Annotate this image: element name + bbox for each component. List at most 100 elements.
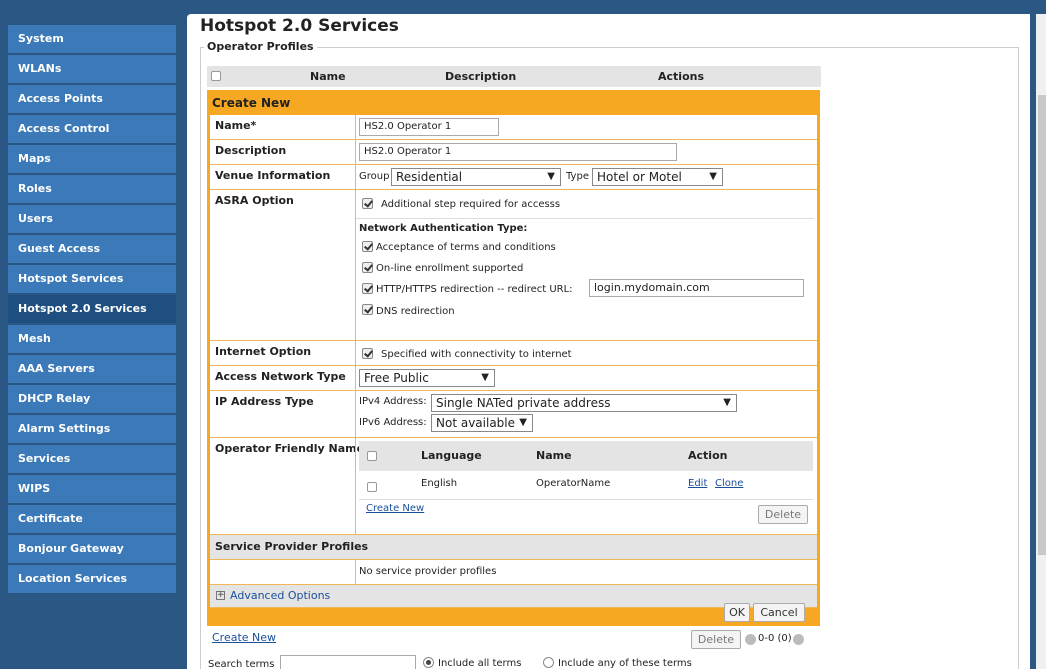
col-actions: Actions: [658, 70, 704, 83]
name-input[interactable]: HS2.0 Operator 1: [359, 118, 499, 136]
sidebar: System WLANs Access Points Access Contro…: [0, 0, 178, 669]
nat-dns-checkbox[interactable]: [362, 304, 373, 315]
chevron-down-icon: ▼: [519, 417, 527, 428]
group-label: Group: [359, 171, 390, 182]
name-label: Name*: [215, 119, 257, 132]
internet-label: Internet Option: [215, 345, 312, 358]
ipv6-select[interactable]: Not available ▼: [431, 414, 533, 432]
nat-http-checkbox[interactable]: [362, 283, 373, 294]
search-input[interactable]: [280, 655, 416, 669]
internet-checkbox[interactable]: [362, 348, 373, 359]
sidebar-item-wlans[interactable]: WLANs: [8, 55, 176, 83]
ofn-select-all-checkbox[interactable]: [367, 451, 377, 461]
description-label: Description: [215, 144, 287, 157]
radio-any-terms[interactable]: [543, 657, 554, 668]
ofn-col-name: Name: [536, 449, 572, 462]
sidebar-item-system[interactable]: System: [8, 25, 176, 53]
sidebar-item-aaa-servers[interactable]: AAA Servers: [8, 355, 176, 383]
type-select[interactable]: Hotel or Motel ▼: [592, 168, 723, 186]
cancel-button[interactable]: Cancel: [753, 603, 805, 622]
advanced-options-link[interactable]: Advanced Options: [230, 589, 330, 602]
ofn-col-language: Language: [421, 449, 482, 462]
search-label: Search terms: [208, 659, 275, 669]
radio-all-label: Include all terms: [438, 658, 522, 669]
row-access-network: Access Network Type Free Public ▼: [210, 366, 817, 391]
group-select[interactable]: Residential ▼: [391, 168, 561, 186]
description-input[interactable]: HS2.0 Operator 1: [359, 143, 677, 161]
chevron-down-icon: ▼: [723, 397, 731, 408]
table-row: English OperatorName Edit Clone: [359, 473, 813, 500]
sidebar-item-bonjour-gateway[interactable]: Bonjour Gateway: [8, 535, 176, 563]
ipv4-label: IPv4 Address:: [359, 396, 427, 407]
ant-label: Access Network Type: [215, 370, 346, 383]
ofn-row-language: English: [421, 478, 458, 489]
sidebar-item-services[interactable]: Services: [8, 445, 176, 473]
ofn-delete-button[interactable]: Delete: [758, 505, 808, 524]
sidebar-item-alarm-settings[interactable]: Alarm Settings: [8, 415, 176, 443]
sidebar-item-hotspot-services[interactable]: Hotspot Services: [8, 265, 176, 293]
next-page-icon[interactable]: [793, 634, 804, 645]
asra-checkbox[interactable]: [362, 198, 373, 209]
sidebar-item-maps[interactable]: Maps: [8, 145, 176, 173]
row-asra: ASRA Option Additional step required for…: [210, 190, 817, 341]
nat-enrollment-label: On-line enrollment supported: [376, 263, 524, 274]
asra-checkbox-label: Additional step required for accesss: [381, 199, 561, 210]
pager-text: 0-0 (0): [758, 633, 792, 644]
sidebar-item-guest-access[interactable]: Guest Access: [8, 235, 176, 263]
ok-button[interactable]: OK: [724, 603, 750, 622]
chevron-down-icon: ▼: [547, 171, 555, 182]
ofn-clone-link[interactable]: Clone: [715, 478, 743, 489]
sidebar-item-wips[interactable]: WIPS: [8, 475, 176, 503]
row-internet: Internet Option Specified with connectiv…: [210, 341, 817, 366]
main-panel: Hotspot 2.0 Services Operator Profiles N…: [187, 14, 1030, 669]
ofn-create-new-link[interactable]: Create New: [366, 503, 424, 514]
sidebar-item-hotspot-2-services[interactable]: Hotspot 2.0 Services: [8, 295, 176, 323]
sidebar-item-mesh[interactable]: Mesh: [8, 325, 176, 353]
chevron-down-icon: ▼: [709, 171, 717, 182]
sidebar-item-location-services[interactable]: Location Services: [8, 565, 176, 593]
sidebar-item-dhcp-relay[interactable]: DHCP Relay: [8, 385, 176, 413]
spp-empty: No service provider profiles: [359, 566, 497, 577]
sidebar-item-users[interactable]: Users: [8, 205, 176, 233]
ipv4-select[interactable]: Single NATed private address ▼: [431, 394, 737, 412]
row-ip-type: IP Address Type IPv4 Address: Single NAT…: [210, 391, 817, 438]
nat-terms-checkbox[interactable]: [362, 241, 373, 252]
create-new-title: Create New: [212, 96, 291, 110]
row-venue: Venue Information Group Residential ▼ Typ…: [210, 165, 817, 190]
scrollbar-thumb[interactable]: [1038, 95, 1046, 555]
sidebar-item-access-control[interactable]: Access Control: [8, 115, 176, 143]
sidebar-item-roles[interactable]: Roles: [8, 175, 176, 203]
select-all-checkbox[interactable]: [211, 71, 221, 81]
type-label: Type: [566, 171, 589, 182]
nat-enrollment-checkbox[interactable]: [362, 262, 373, 273]
redirect-url-input[interactable]: login.mydomain.com: [589, 279, 804, 297]
chevron-down-icon: ▼: [481, 372, 489, 383]
ofn-edit-link[interactable]: Edit: [688, 478, 707, 489]
prev-page-icon[interactable]: [745, 634, 756, 645]
ip-label: IP Address Type: [215, 395, 314, 408]
spp-label: Service Provider Profiles: [215, 540, 369, 553]
row-description: Description HS2.0 Operator 1: [210, 140, 817, 165]
expand-plus-icon[interactable]: +: [216, 591, 225, 600]
create-new-panel: Create New Name* HS2.0 Operator 1 Descri…: [207, 90, 820, 626]
venue-label: Venue Information: [215, 169, 331, 182]
nat-dns-label: DNS redirection: [376, 306, 455, 317]
nat-title: Network Authentication Type:: [359, 223, 528, 234]
create-new-link[interactable]: Create New: [212, 631, 276, 644]
ant-select[interactable]: Free Public ▼: [359, 369, 495, 387]
ofn-row-name: OperatorName: [536, 478, 611, 489]
sidebar-item-access-points[interactable]: Access Points: [8, 85, 176, 113]
row-spp: No service provider profiles: [210, 560, 817, 585]
divider: [356, 218, 814, 219]
ofn-row-checkbox[interactable]: [367, 482, 377, 492]
sidebar-item-certificate[interactable]: Certificate: [8, 505, 176, 533]
internet-checkbox-label: Specified with connectivity to internet: [381, 349, 572, 360]
nat-terms-label: Acceptance of terms and conditions: [376, 242, 556, 253]
asra-label: ASRA Option: [215, 194, 294, 207]
radio-any-label: Include any of these terms: [558, 658, 692, 669]
ofn-table-header: Language Name Action: [359, 441, 813, 471]
col-name: Name: [310, 70, 346, 83]
ofn-label: Operator Friendly Name: [215, 442, 365, 455]
radio-all-terms[interactable]: [423, 657, 434, 668]
delete-button[interactable]: Delete: [691, 630, 741, 649]
